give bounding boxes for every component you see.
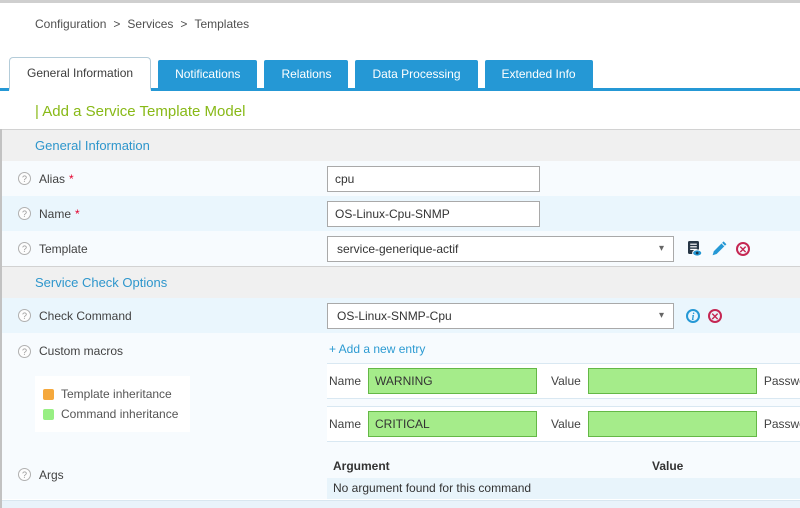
breadcrumb-separator: > [180, 17, 187, 31]
tab-general-information[interactable]: General Information [9, 57, 151, 91]
macro-value-input[interactable] [588, 368, 757, 394]
custom-macros-label: Custom macros [39, 344, 123, 358]
breadcrumb-item-configuration[interactable]: Configuration [35, 17, 106, 31]
next-row-strip [2, 500, 800, 508]
macro-inheritance-legend: Template inheritance Command inheritance [35, 376, 190, 432]
custom-macros-row: ? Custom macros Template inheritance Com… [2, 333, 800, 451]
tab-notifications[interactable]: Notifications [158, 60, 257, 88]
tab-extended-info[interactable]: Extended Info [485, 60, 593, 88]
breadcrumb-separator: > [113, 17, 120, 31]
name-row: ? Name * [2, 196, 800, 231]
help-icon[interactable]: ? [18, 207, 31, 220]
section-general-information: General Information [2, 129, 800, 161]
macro-name-input[interactable] [368, 368, 537, 394]
check-command-selected-value: OS-Linux-SNMP-Cpu [337, 309, 452, 323]
template-label: Template [39, 242, 88, 256]
args-empty-message: No argument found for this command [327, 478, 800, 499]
macro-value-label: Value [551, 374, 581, 388]
required-marker: * [69, 172, 74, 186]
command-inheritance-swatch [43, 409, 54, 420]
service-template-form: General Information ? Alias * ? Name * ?… [0, 129, 800, 508]
info-icon[interactable]: i [686, 309, 700, 323]
section-service-check-options: Service Check Options [2, 266, 800, 298]
macro-name-input[interactable] [368, 411, 537, 437]
help-icon[interactable]: ? [18, 309, 31, 322]
delete-template-icon[interactable]: ✕ [736, 242, 750, 256]
macro-password-label: Password [764, 417, 800, 431]
alias-label: Alias [39, 172, 65, 186]
help-icon[interactable]: ? [18, 468, 31, 481]
add-entry-link[interactable]: + Add a new entry [327, 333, 425, 363]
check-command-row: ? Check Command OS-Linux-SNMP-Cpu ▾ i ✕ [2, 298, 800, 333]
view-template-icon[interactable] [686, 240, 703, 257]
value-column-header: Value [652, 459, 683, 473]
clear-command-icon[interactable]: ✕ [708, 309, 722, 323]
tab-data-processing[interactable]: Data Processing [355, 60, 477, 88]
alias-input[interactable] [327, 166, 540, 192]
breadcrumb-item-services[interactable]: Services [127, 17, 173, 31]
macro-entry-critical: Name Value Password [327, 406, 800, 442]
name-label: Name [39, 207, 71, 221]
template-select[interactable]: service-generique-actif ▾ [327, 236, 674, 262]
chevron-down-icon: ▾ [659, 243, 664, 254]
tab-relations[interactable]: Relations [264, 60, 348, 88]
template-row: ? Template service-generique-actif ▾ [2, 231, 800, 266]
macro-name-label: Name [329, 417, 361, 431]
help-icon[interactable]: ? [18, 172, 31, 185]
macro-entry-warning: Name Value Password [327, 363, 800, 399]
args-table-header: Argument Value [327, 456, 800, 476]
required-marker: * [75, 207, 80, 221]
tab-bar: General Information Notifications Relati… [0, 57, 800, 91]
page-title: | Add a Service Template Model [35, 103, 800, 120]
breadcrumb-item-templates[interactable]: Templates [194, 17, 249, 31]
help-icon[interactable]: ? [18, 242, 31, 255]
check-command-label: Check Command [39, 309, 132, 323]
macro-name-label: Name [329, 374, 361, 388]
name-input[interactable] [327, 201, 540, 227]
macro-value-label: Value [551, 417, 581, 431]
command-inheritance-label: Command inheritance [61, 404, 178, 424]
chevron-down-icon: ▾ [659, 310, 664, 321]
argument-column-header: Argument [333, 459, 652, 473]
macro-password-label: Password [764, 374, 800, 388]
args-row: ? Args Argument Value No argument found … [2, 451, 800, 499]
template-selected-value: service-generique-actif [337, 242, 458, 256]
template-inheritance-swatch [43, 389, 54, 400]
check-command-select[interactable]: OS-Linux-SNMP-Cpu ▾ [327, 303, 674, 329]
edit-pencil-icon[interactable] [711, 240, 728, 257]
alias-row: ? Alias * [2, 161, 800, 196]
template-inheritance-label: Template inheritance [61, 384, 172, 404]
args-label: Args [39, 468, 64, 482]
breadcrumb: Configuration > Services > Templates [0, 3, 800, 31]
help-icon[interactable]: ? [18, 345, 31, 358]
macro-value-input[interactable] [588, 411, 757, 437]
